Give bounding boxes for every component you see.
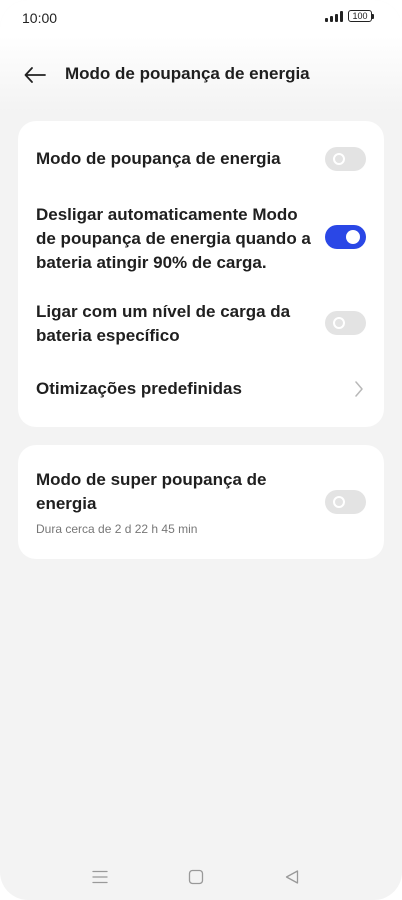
status-bar: 10:00 100 xyxy=(0,0,402,36)
menu-icon xyxy=(92,870,108,884)
setting-row-auto-disable[interactable]: Desligar automaticamente Modo de poupanç… xyxy=(36,203,366,275)
back-nav-button[interactable] xyxy=(281,866,303,888)
setting-row-super-saving[interactable]: Modo de super poupança de energia Dura c… xyxy=(36,468,366,536)
super-saving-card: Modo de super poupança de energia Dura c… xyxy=(18,445,384,559)
toggle-knob xyxy=(346,230,360,244)
power-saving-card: Modo de poupança de energia Desligar aut… xyxy=(18,121,384,427)
menu-button[interactable] xyxy=(89,866,111,888)
chevron-right-icon xyxy=(355,381,363,397)
home-square-icon xyxy=(188,869,204,885)
toggle-knob xyxy=(333,317,345,329)
setting-row-default-optimizations[interactable]: Otimizações predefinidas xyxy=(36,377,366,401)
setting-label: Modo de poupança de energia xyxy=(36,149,281,168)
setting-label: Desligar automaticamente Modo de poupanç… xyxy=(36,205,311,272)
back-triangle-icon xyxy=(285,870,299,884)
power-saving-toggle[interactable] xyxy=(325,147,366,171)
page-title: Modo de poupança de energia xyxy=(65,64,310,83)
setting-label: Otimizações predefinidas xyxy=(36,379,242,398)
screen: 10:00 100 Modo de poupança de energia Mo… xyxy=(0,0,402,900)
setting-subtitle: Dura cerca de 2 d 22 h 45 min xyxy=(36,522,198,536)
home-button[interactable] xyxy=(185,866,207,888)
arrow-left-icon xyxy=(24,67,46,83)
setting-label: Modo de super poupança de energia xyxy=(36,470,267,513)
super-saving-toggle[interactable] xyxy=(325,490,366,514)
navigation-bar xyxy=(0,852,402,900)
specific-level-toggle[interactable] xyxy=(325,311,366,335)
back-button[interactable] xyxy=(20,60,50,90)
battery-icon: 100 xyxy=(348,10,374,22)
signal-icon xyxy=(325,10,343,22)
setting-row-power-saving[interactable]: Modo de poupança de energia xyxy=(36,147,366,171)
status-icons: 100 xyxy=(325,10,374,22)
toggle-knob xyxy=(333,496,345,508)
auto-disable-toggle[interactable] xyxy=(325,225,366,249)
toggle-knob xyxy=(333,153,345,165)
status-time: 10:00 xyxy=(22,10,58,26)
setting-row-specific-level[interactable]: Ligar com um nível de carga da bateria e… xyxy=(36,300,366,348)
setting-label: Ligar com um nível de carga da bateria e… xyxy=(36,302,291,345)
